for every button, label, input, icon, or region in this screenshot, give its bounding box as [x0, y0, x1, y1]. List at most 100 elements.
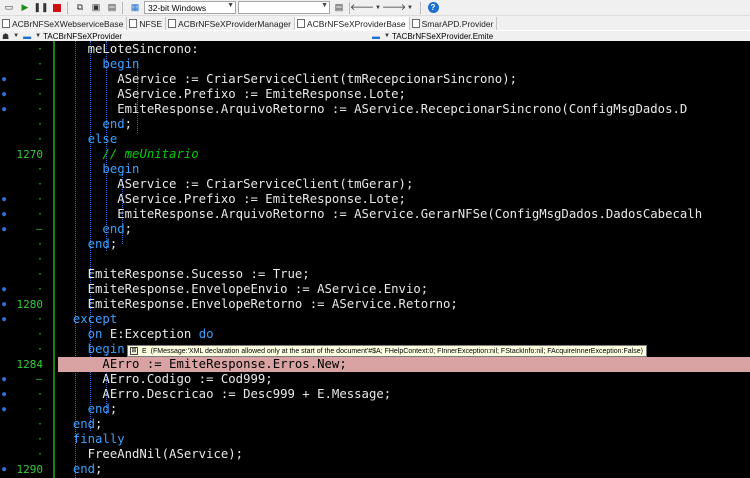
code-line[interactable]: AErro.Codigo := Cod999;: [58, 372, 750, 387]
dropdown-arrow-icon[interactable]: ▼: [35, 33, 41, 39]
gutter-line[interactable]: ·: [0, 132, 58, 147]
code-line[interactable]: // meUnitario: [58, 147, 750, 162]
gutter-line[interactable]: ● ·: [0, 102, 58, 117]
gutter-line[interactable]: ·: [0, 417, 58, 432]
code-line[interactable]: AService.Prefixo := EmiteResponse.Lote;: [58, 87, 750, 102]
tab-acbrnfsexprovidermanager[interactable]: ACBrNFSeXProviderManager: [166, 17, 295, 30]
gutter-line[interactable]: ● ·: [0, 207, 58, 222]
gutter-line[interactable]: ·: [0, 267, 58, 282]
gutter-line[interactable]: 1284: [0, 357, 58, 372]
help-icon[interactable]: ?: [426, 1, 440, 15]
gutter-line[interactable]: ·: [0, 432, 58, 447]
gutter-line[interactable]: ·: [0, 342, 58, 357]
code-line[interactable]: end;: [58, 462, 750, 477]
gutter-line[interactable]: ● ·: [0, 387, 58, 402]
code-line[interactable]: end;: [58, 222, 750, 237]
tab-acbrnfsexwebservicebase[interactable]: ACBrNFSeXWebserviceBase: [0, 17, 128, 30]
back-arrow-icon[interactable]: 🡐: [350, 1, 374, 15]
gutter-line[interactable]: ● ·: [0, 192, 58, 207]
code-line[interactable]: AService := CriarServiceClient(tmGerar);: [58, 177, 750, 192]
new-item-icon[interactable]: ▭: [2, 1, 16, 15]
gutter-line[interactable]: ·: [0, 162, 58, 177]
tab-acbrnfsexproviderbase[interactable]: ACBrNFSeXProviderBase: [294, 17, 410, 30]
dropdown-arrow-icon[interactable]: ▼: [13, 33, 19, 39]
code-area[interactable]: meLoteSincrono: begin AService := CriarS…: [58, 41, 750, 478]
breakpoint-dot-icon[interactable]: ●: [2, 102, 6, 117]
gutter-line[interactable]: ·: [0, 177, 58, 192]
code-line[interactable]: EmiteResponse.ArquivoRetorno := AService…: [58, 102, 750, 117]
breakpoint-dot-icon[interactable]: ●: [2, 282, 6, 297]
code-line[interactable]: end;: [58, 402, 750, 417]
editor-gutter[interactable]: · · ● – ● · ● · · · 1270 · · ● · ● · ● – · · · ● · ● 1280 ● · · · 1284…: [0, 41, 58, 478]
gutter-line[interactable]: ·: [0, 237, 58, 252]
platform-select[interactable]: 32-bit Windows ▼: [144, 1, 236, 14]
layout-icon[interactable]: ▤: [105, 1, 119, 15]
code-line[interactable]: on E:Exception do: [58, 327, 750, 342]
forward-arrow-icon[interactable]: 🡒: [382, 1, 406, 15]
gutter-line[interactable]: ·: [0, 252, 58, 267]
code-line[interactable]: EmiteResponse.EnvelopeEnvio := AService.…: [58, 282, 750, 297]
gutter-line[interactable]: ·: [0, 117, 58, 132]
code-line[interactable]: EmiteResponse.ArquivoRetorno := AService…: [58, 207, 750, 222]
breakpoint-dot-icon[interactable]: ●: [2, 207, 6, 222]
breakpoint-dot-icon[interactable]: ●: [2, 222, 6, 237]
code-line[interactable]: AService := CriarServiceClient(tmRecepci…: [58, 72, 750, 87]
pause-button[interactable]: ❚❚: [33, 1, 48, 15]
breakpoint-dot-icon[interactable]: ●: [2, 87, 6, 102]
code-line[interactable]: EmiteResponse.Sucesso := True;: [58, 267, 750, 282]
breakpoint-dot-icon[interactable]: ●: [2, 297, 6, 312]
gutter-line[interactable]: ·: [0, 57, 58, 72]
gutter-line[interactable]: ● ·: [0, 312, 58, 327]
code-line[interactable]: end;: [58, 237, 750, 252]
dropdown-arrow-icon[interactable]: ▼: [384, 33, 390, 39]
code-line[interactable]: finally: [58, 432, 750, 447]
code-line[interactable]: except: [58, 312, 750, 327]
code-line[interactable]: FreeAndNil(AService);: [58, 447, 750, 462]
code-line[interactable]: else: [58, 132, 750, 147]
code-line[interactable]: begin: [58, 162, 750, 177]
tab-nfse[interactable]: NFSE: [127, 17, 166, 30]
configuration-select[interactable]: ▼: [238, 1, 330, 14]
gutter-line[interactable]: ● 1290: [0, 462, 58, 477]
method-selector[interactable]: TACBrNFSeXProvider.Emite: [392, 32, 493, 41]
code-line[interactable]: [58, 252, 750, 267]
breakpoint-dot-icon[interactable]: ●: [2, 402, 6, 417]
expand-icon[interactable]: ⊞: [130, 347, 138, 355]
gutter-line[interactable]: ·: [0, 327, 58, 342]
gutter-line[interactable]: ● ·: [0, 87, 58, 102]
dropdown-arrow-icon[interactable]: ▼: [403, 1, 417, 15]
stop-button[interactable]: [50, 1, 64, 15]
tab-smarapd-provider[interactable]: SmarAPD.Provider: [410, 17, 498, 30]
gutter-line[interactable]: ● ·: [0, 282, 58, 297]
gutter-line[interactable]: 1270: [0, 147, 58, 162]
gutter-line[interactable]: ·: [0, 42, 58, 57]
copy-icon[interactable]: ⧉: [73, 1, 87, 15]
breakpoint-dot-icon[interactable]: ●: [2, 312, 6, 327]
code-line[interactable]: AErro := EmiteResponse.Erros.New;: [58, 357, 750, 372]
code-line[interactable]: AService.Prefixo := EmiteResponse.Lote;: [58, 192, 750, 207]
gutter-line[interactable]: ● –: [0, 222, 58, 237]
run-button[interactable]: ▶: [18, 1, 32, 15]
code-line[interactable]: meLoteSincrono:: [58, 42, 750, 57]
debug-evaluate-tooltip[interactable]: ⊞ E (FMessage:'XML declaration allowed o…: [127, 345, 647, 357]
breakpoint-dot-icon[interactable]: ●: [2, 72, 6, 87]
breakpoint-dot-icon[interactable]: ●: [2, 192, 6, 207]
code-line[interactable]: end;: [58, 417, 750, 432]
gutter-line[interactable]: ● 1280: [0, 297, 58, 312]
code-line[interactable]: end;: [58, 117, 750, 132]
breakpoint-dot-icon[interactable]: ●: [2, 462, 6, 477]
gutter-line[interactable]: ·: [0, 447, 58, 462]
gutter-line[interactable]: ● –: [0, 372, 58, 387]
code-line[interactable]: begin: [58, 57, 750, 72]
code-line[interactable]: EmiteResponse.EnvelopeRetorno := AServic…: [58, 297, 750, 312]
structure-icon[interactable]: ☗: [2, 32, 9, 41]
class-selector[interactable]: TACBrNFSeXProvider: [43, 32, 122, 41]
breakpoint-dot-icon[interactable]: ●: [2, 387, 6, 402]
window-icon[interactable]: ▣: [89, 1, 103, 15]
code-line[interactable]: AErro.Descricao := Desc999 + E.Message;: [58, 387, 750, 402]
code-editor[interactable]: · · ● – ● · ● · · · 1270 · · ● · ● · ● – · · · ● · ● 1280 ● · · · 1284…: [0, 41, 750, 478]
gutter-line[interactable]: ● ·: [0, 402, 58, 417]
breakpoint-dot-icon[interactable]: ●: [2, 372, 6, 387]
gutter-line[interactable]: ● –: [0, 72, 58, 87]
configure-icon[interactable]: ▤: [332, 1, 346, 15]
